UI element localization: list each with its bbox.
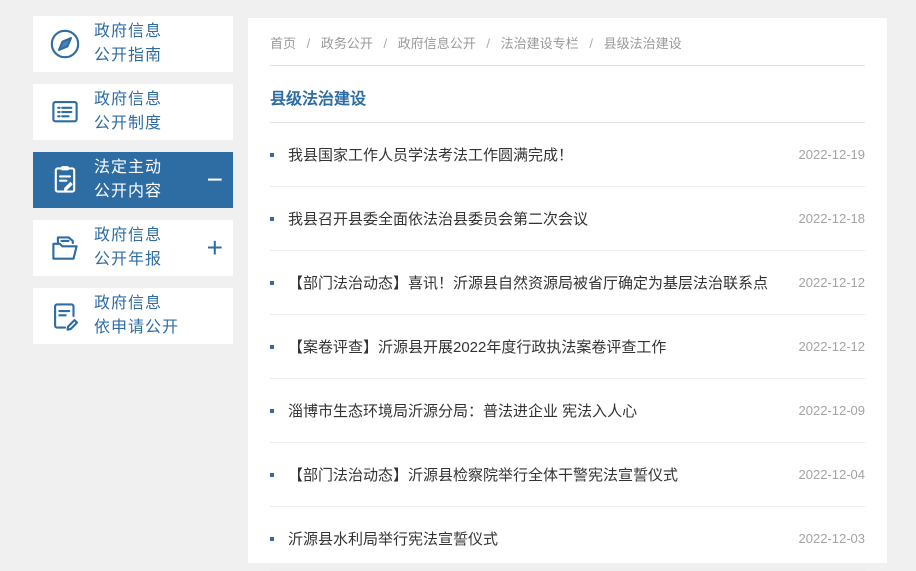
article-link[interactable]: 我县国家工作人员学法考法工作圆满完成！	[288, 144, 783, 165]
bullet-icon	[270, 536, 274, 541]
article-link[interactable]: 【部门法治动态】喜讯！沂源县自然资源局被省厅确定为基层法治联系点	[288, 272, 783, 293]
breadcrumb-home[interactable]: 首页	[270, 36, 296, 51]
article-date: 2022-12-03	[798, 531, 866, 546]
compass-icon	[46, 25, 84, 63]
article-link[interactable]: 我县召开县委全面依法治县委员会第二次会议	[288, 208, 783, 229]
sidebar-item-disclosure-system[interactable]: 政府信息 公开制度	[33, 84, 233, 140]
article-date: 2022-12-12	[798, 339, 866, 354]
breadcrumb-separator: /	[589, 36, 593, 51]
page-title: 县级法治建设	[270, 66, 865, 123]
article-row: 淄博市生态环境局沂源分局：普法进企业 宪法入人心 2022-12-09	[270, 379, 865, 443]
article-link[interactable]: 【案卷评查】沂源县开展2022年度行政执法案卷评查工作	[288, 336, 783, 357]
breadcrumb: 首页 / 政务公开 / 政府信息公开 / 法治建设专栏 / 县级法治建设	[270, 18, 865, 66]
expand-plus-icon[interactable]: +	[207, 234, 223, 262]
sidebar-item-disclosure-on-request[interactable]: 政府信息 依申请公开	[33, 288, 233, 344]
bullet-icon	[270, 216, 274, 221]
bullet-icon	[270, 408, 274, 413]
breadcrumb-government-affairs[interactable]: 政务公开	[321, 36, 373, 51]
article-row: 我县国家工作人员学法考法工作圆满完成！ 2022-12-19	[270, 123, 865, 187]
breadcrumb-current-page: 县级法治建设	[603, 36, 682, 51]
article-date: 2022-12-12	[798, 275, 866, 290]
sidebar-item-label: 政府信息 公开年报	[94, 227, 163, 268]
page: 政府信息 公开指南 政府信息 公开制度 法定主动 公开内容 − 政府信息 公开年…	[0, 0, 916, 571]
sidebar: 政府信息 公开指南 政府信息 公开制度 法定主动 公开内容 − 政府信息 公开年…	[33, 16, 233, 356]
sidebar-item-label: 政府信息 公开制度	[94, 91, 163, 132]
collapse-minus-icon[interactable]: −	[207, 166, 223, 194]
bullet-icon	[270, 472, 274, 477]
article-row: 沂源县水利局举行宪法宣誓仪式 2022-12-03	[270, 507, 865, 571]
article-date: 2022-12-18	[798, 211, 866, 226]
breadcrumb-separator: /	[383, 36, 388, 51]
article-date: 2022-12-19	[798, 147, 866, 162]
article-link[interactable]: 沂源县水利局举行宪法宣誓仪式	[288, 528, 783, 549]
article-row: 【案卷评查】沂源县开展2022年度行政执法案卷评查工作 2022-12-12	[270, 315, 865, 379]
document-edit-icon	[46, 297, 84, 335]
bullet-icon	[270, 280, 274, 285]
sidebar-item-annual-report[interactable]: 政府信息 公开年报 +	[33, 220, 233, 276]
breadcrumb-info-disclosure[interactable]: 政府信息公开	[398, 36, 476, 51]
document-list-icon	[46, 93, 84, 131]
sidebar-item-label: 法定主动 公开内容	[94, 159, 163, 200]
breadcrumb-rule-of-law-column[interactable]: 法治建设专栏	[501, 36, 579, 51]
bullet-icon	[270, 344, 274, 349]
article-date: 2022-12-04	[798, 467, 866, 482]
article-row: 【部门法治动态】沂源县检察院举行全体干警宪法宣誓仪式 2022-12-04	[270, 443, 865, 507]
folder-icon	[46, 229, 84, 267]
sidebar-item-label: 政府信息 依申请公开	[94, 295, 180, 336]
bullet-icon	[270, 152, 274, 157]
breadcrumb-separator: /	[306, 36, 311, 51]
sidebar-item-label: 政府信息 公开指南	[94, 23, 163, 64]
sidebar-item-disclosure-guide[interactable]: 政府信息 公开指南	[33, 16, 233, 72]
article-list: 我县国家工作人员学法考法工作圆满完成！ 2022-12-19 我县召开县委全面依…	[270, 123, 865, 571]
article-row: 【部门法治动态】喜讯！沂源县自然资源局被省厅确定为基层法治联系点 2022-12…	[270, 251, 865, 315]
breadcrumb-separator: /	[486, 36, 491, 51]
clipboard-pen-icon	[46, 161, 84, 199]
article-date: 2022-12-09	[798, 403, 866, 418]
article-row: 我县召开县委全面依法治县委员会第二次会议 2022-12-18	[270, 187, 865, 251]
main-content: 首页 / 政务公开 / 政府信息公开 / 法治建设专栏 / 县级法治建设 县级法…	[248, 18, 887, 571]
sidebar-item-statutory-disclosure[interactable]: 法定主动 公开内容 −	[33, 152, 233, 208]
article-link[interactable]: 【部门法治动态】沂源县检察院举行全体干警宪法宣誓仪式	[288, 464, 783, 485]
article-link[interactable]: 淄博市生态环境局沂源分局：普法进企业 宪法入人心	[288, 400, 783, 421]
